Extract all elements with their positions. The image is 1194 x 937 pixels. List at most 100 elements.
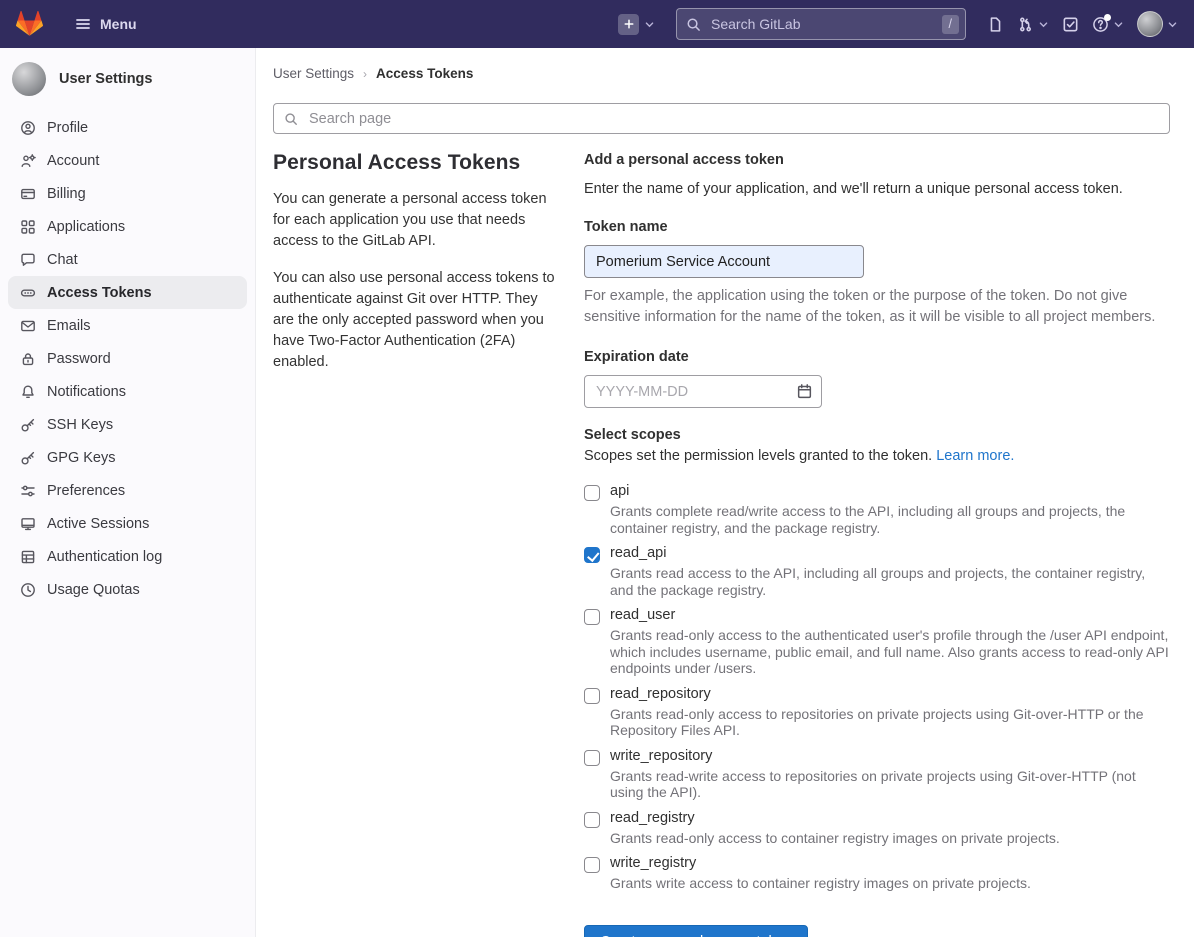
scope-checkbox-read_registry[interactable] (584, 812, 600, 828)
menu-label: Menu (100, 16, 137, 32)
chevron-down-icon (1038, 19, 1049, 30)
learn-more-link[interactable]: Learn more. (936, 448, 1014, 464)
sidebar-header: User Settings (0, 58, 255, 111)
select-scopes-label: Select scopes (584, 427, 1170, 443)
scope-option-write_repository: write_repository Grants read-write acces… (584, 748, 1170, 801)
help-dropdown[interactable] (1092, 16, 1124, 33)
scope-checkbox-api[interactable] (584, 485, 600, 501)
sidebar-item-authentication-log[interactable]: Authentication log (8, 540, 247, 573)
token-name-help: For example, the application using the t… (584, 286, 1170, 328)
user-menu[interactable] (1137, 11, 1178, 37)
breadcrumb-access-tokens: Access Tokens (376, 66, 473, 81)
create-token-button[interactable]: Create personal access token (584, 925, 808, 937)
expiration-date-label: Expiration date (584, 349, 1170, 365)
token-name-input[interactable] (584, 245, 864, 278)
search-icon (686, 17, 701, 32)
user-avatar (1137, 11, 1163, 37)
issues-icon[interactable] (987, 16, 1004, 33)
scope-description: Grants read-write access to repositories… (610, 768, 1170, 801)
top-navbar: Menu / (0, 0, 1194, 48)
sidebar-item-emails[interactable]: Emails (8, 309, 247, 342)
scopes-description: Scopes set the permission levels granted… (584, 448, 1170, 464)
breadcrumb-separator: › (363, 67, 367, 81)
expiration-date-input[interactable] (584, 375, 822, 408)
sidebar-item-access-tokens[interactable]: Access Tokens (8, 276, 247, 309)
scope-description: Grants read access to the API, including… (610, 565, 1170, 598)
description-paragraph: You can generate a personal access token… (273, 189, 560, 251)
slash-shortcut-badge: / (942, 15, 959, 34)
billing-icon (20, 186, 36, 202)
breadcrumb: User Settings › Access Tokens (273, 66, 1170, 81)
merge-requests-dropdown[interactable] (1017, 16, 1049, 33)
gitlab-tanuki-logo[interactable] (16, 11, 43, 37)
page-title: Personal Access Tokens (273, 151, 560, 175)
scope-name-label[interactable]: api (610, 483, 1170, 499)
scope-checkbox-read_repository[interactable] (584, 688, 600, 704)
preferences-icon (20, 483, 36, 499)
settings-sidebar: User Settings Profile Account Billing Ap… (0, 48, 256, 937)
sidebar-item-ssh-keys[interactable]: SSH Keys (8, 408, 247, 441)
sidebar-item-password[interactable]: Password (8, 342, 247, 375)
scope-checkbox-read_api[interactable] (584, 547, 600, 563)
scope-description: Grants read-only access to the authentic… (610, 627, 1170, 677)
new-item-dropdown[interactable] (618, 14, 655, 35)
main-content: User Settings › Access Tokens Personal A… (256, 48, 1194, 937)
token-form: Add a personal access token Enter the na… (584, 151, 1170, 937)
sidebar-nav: Profile Account Billing Applications Cha… (0, 111, 255, 606)
scope-option-read_api: read_api Grants read access to the API, … (584, 545, 1170, 598)
chevron-down-icon (1113, 19, 1124, 30)
scope-name-label[interactable]: read_repository (610, 686, 1170, 702)
ssh-keys-icon (20, 417, 36, 433)
scope-checkbox-read_user[interactable] (584, 609, 600, 625)
menu-button[interactable]: Menu (69, 15, 143, 33)
scope-description: Grants complete read/write access to the… (610, 503, 1170, 536)
merge-request-icon (1017, 16, 1034, 33)
scope-name-label[interactable]: read_registry (610, 810, 1060, 826)
sidebar-item-billing[interactable]: Billing (8, 177, 247, 210)
sidebar-item-preferences[interactable]: Preferences (8, 474, 247, 507)
sidebar-item-active-sessions[interactable]: Active Sessions (8, 507, 247, 540)
user-avatar (12, 62, 46, 96)
search-input[interactable] (709, 15, 934, 33)
scope-checkbox-write_repository[interactable] (584, 750, 600, 766)
sidebar-item-account[interactable]: Account (8, 144, 247, 177)
scopes-list: api Grants complete read/write access to… (584, 483, 1170, 892)
scope-name-label[interactable]: read_user (610, 607, 1170, 623)
notifications-icon (20, 384, 36, 400)
form-section-description: Enter the name of your application, and … (584, 181, 1170, 197)
account-icon (20, 153, 36, 169)
scope-option-write_registry: write_registry Grants write access to co… (584, 855, 1170, 892)
scope-option-read_user: read_user Grants read-only access to the… (584, 607, 1170, 677)
breadcrumb-user-settings[interactable]: User Settings (273, 66, 354, 81)
emails-icon (20, 318, 36, 334)
scope-name-label[interactable]: read_api (610, 545, 1170, 561)
authentication-log-icon (20, 549, 36, 565)
gpg-keys-icon (20, 450, 36, 466)
profile-icon (20, 120, 36, 136)
scope-name-label[interactable]: write_repository (610, 748, 1170, 764)
scope-checkbox-write_registry[interactable] (584, 857, 600, 873)
scope-option-read_repository: read_repository Grants read-only access … (584, 686, 1170, 739)
sidebar-item-applications[interactable]: Applications (8, 210, 247, 243)
sidebar-item-chat[interactable]: Chat (8, 243, 247, 276)
scope-description: Grants write access to container registr… (610, 875, 1031, 892)
global-search[interactable]: / (676, 8, 966, 40)
scope-description: Grants read-only access to repositories … (610, 706, 1170, 739)
applications-icon (20, 219, 36, 235)
scope-name-label[interactable]: write_registry (610, 855, 1031, 871)
notification-dot (1104, 14, 1111, 21)
sidebar-item-gpg-keys[interactable]: GPG Keys (8, 441, 247, 474)
page-search-input[interactable] (307, 110, 1159, 128)
sidebar-item-profile[interactable]: Profile (8, 111, 247, 144)
scope-option-read_registry: read_registry Grants read-only access to… (584, 810, 1170, 847)
scope-option-api: api Grants complete read/write access to… (584, 483, 1170, 536)
description-paragraph: You can also use personal access tokens … (273, 268, 560, 372)
calendar-icon[interactable] (796, 383, 813, 400)
access-tokens-icon (20, 285, 36, 301)
sidebar-title: User Settings (59, 71, 152, 87)
todos-icon[interactable] (1062, 16, 1079, 33)
page-search[interactable] (273, 103, 1170, 134)
sidebar-item-usage-quotas[interactable]: Usage Quotas (8, 573, 247, 606)
sidebar-item-notifications[interactable]: Notifications (8, 375, 247, 408)
plus-icon (618, 14, 639, 35)
